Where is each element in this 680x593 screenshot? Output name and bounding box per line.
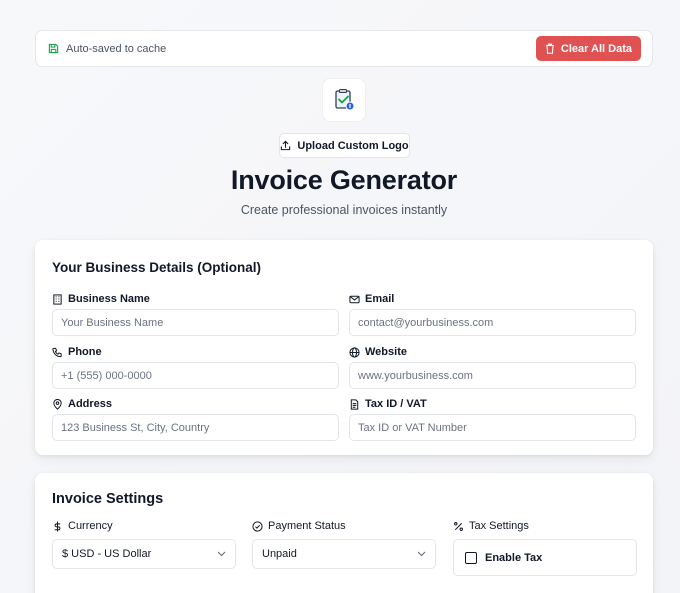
page-subtitle: Create professional invoices instantly <box>240 203 448 217</box>
business-details-title: Your Business Details (Optional) <box>52 260 262 275</box>
phone-input[interactable] <box>52 362 339 389</box>
company-logo <box>322 78 366 122</box>
phone-field: Phone <box>52 345 339 389</box>
currency-value: $ USD - US Dollar <box>62 548 152 560</box>
business-details-card: Your Business Details (Optional) Busines… <box>35 240 653 455</box>
page-title: Invoice Generator <box>230 165 458 195</box>
phone-label: Phone <box>68 346 102 358</box>
upload-custom-logo-button[interactable]: Upload Custom Logo <box>279 133 410 158</box>
currency-select[interactable]: $ USD - US Dollar <box>52 539 236 569</box>
enable-tax-toggle[interactable]: Enable Tax <box>453 539 637 576</box>
save-icon <box>48 43 59 54</box>
business-name-label: Business Name <box>68 293 150 305</box>
address-label-row: Address <box>52 397 339 411</box>
enable-tax-checkbox[interactable] <box>465 551 477 564</box>
dollar-icon <box>54 520 61 532</box>
address-input[interactable] <box>52 414 339 441</box>
website-label-row: Website <box>349 345 636 359</box>
invoice-settings-title: Invoice Settings <box>52 491 164 507</box>
building-icon <box>53 293 62 305</box>
email-field: Email <box>349 292 636 336</box>
email-input[interactable] <box>349 309 636 336</box>
tax-id-field: Tax ID / VAT <box>349 397 636 441</box>
tax-settings-label: Tax Settings <box>469 520 529 532</box>
website-label: Website <box>365 346 407 358</box>
payment-status-value: Unpaid <box>262 548 297 560</box>
clear-all-data-label: Clear All Data <box>560 42 632 55</box>
trash-icon <box>545 43 554 54</box>
map-pin-icon <box>53 398 62 410</box>
chevron-down-icon <box>417 551 426 557</box>
phone-label-row: Phone <box>52 345 339 359</box>
invoice-settings-card: Invoice Settings Currency $ USD - US Dol… <box>35 473 653 593</box>
check-circle-icon <box>252 520 263 532</box>
currency-label: Currency <box>68 520 113 532</box>
upload-icon <box>281 140 291 151</box>
enable-tax-label: Enable Tax <box>485 551 543 564</box>
email-label-row: Email <box>349 292 636 306</box>
website-input[interactable] <box>349 362 636 389</box>
autosave-text: Auto-saved to cache <box>66 42 167 55</box>
mail-icon <box>349 295 360 303</box>
payment-status-setting: Payment Status Unpaid <box>252 519 436 569</box>
chevron-down-icon <box>217 551 226 557</box>
upload-custom-logo-label: Upload Custom Logo <box>297 139 409 152</box>
tax-id-label: Tax ID / VAT <box>365 398 427 410</box>
autosave-bar: Auto-saved to cache Clear All Data <box>35 30 653 67</box>
business-name-input[interactable] <box>52 309 339 336</box>
payment-status-label: Payment Status <box>268 520 346 532</box>
payment-status-select[interactable]: Unpaid <box>252 539 436 569</box>
address-field: Address <box>52 397 339 441</box>
business-name-label-row: Business Name <box>52 292 339 306</box>
currency-setting: Currency $ USD - US Dollar <box>52 519 236 569</box>
invoice-check-icon <box>335 89 355 111</box>
currency-label-row: Currency <box>52 519 236 533</box>
tax-id-label-row: Tax ID / VAT <box>349 397 636 411</box>
phone-icon <box>52 347 62 357</box>
website-field: Website <box>349 345 636 389</box>
clear-all-data-button[interactable]: Clear All Data <box>535 36 641 61</box>
autosave-status: Auto-saved to cache <box>48 43 166 55</box>
tax-settings: Tax Settings Enable Tax <box>453 519 637 576</box>
business-name-field: Business Name <box>52 292 339 336</box>
payment-status-label-row: Payment Status <box>252 519 436 533</box>
tax-id-input[interactable] <box>349 414 636 441</box>
email-label: Email <box>365 293 395 305</box>
percent-icon <box>454 521 463 531</box>
globe-icon <box>349 346 360 358</box>
tax-settings-label-row: Tax Settings <box>453 519 637 533</box>
document-icon <box>350 398 359 410</box>
address-label: Address <box>68 398 113 410</box>
